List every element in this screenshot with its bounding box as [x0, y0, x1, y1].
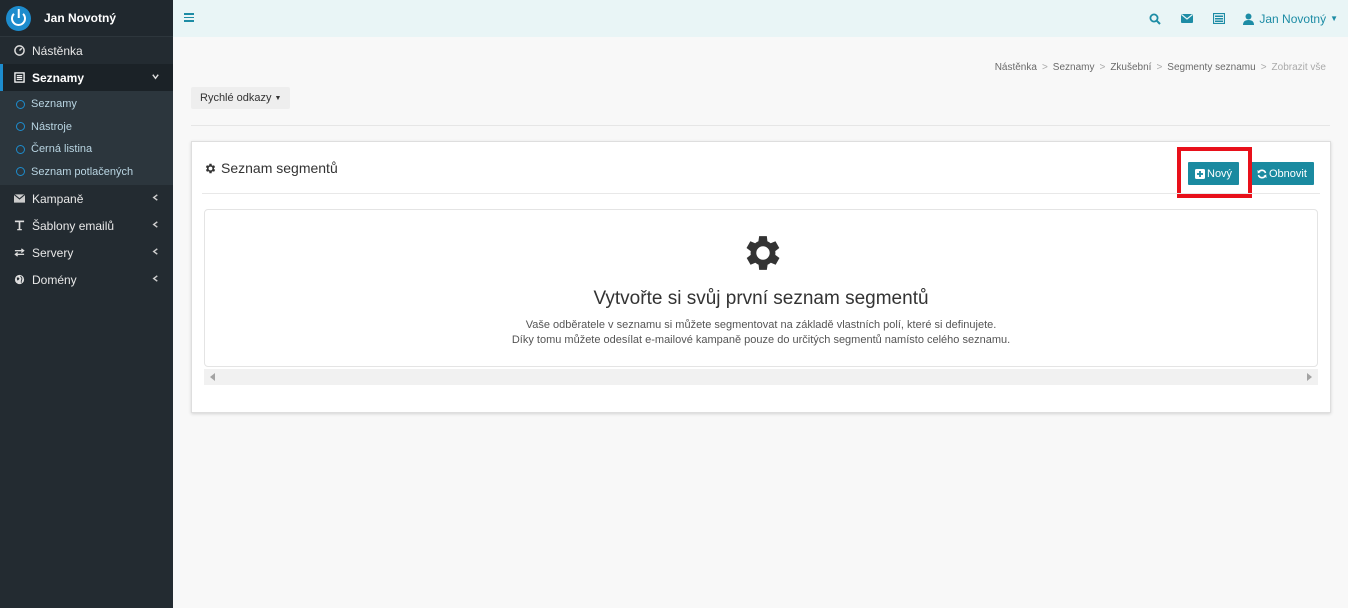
breadcrumb-separator: >	[1041, 62, 1048, 73]
globe-icon	[13, 274, 25, 286]
chevron-left-icon	[151, 220, 160, 232]
sidebar-item-label: Servery	[32, 245, 74, 260]
breadcrumb-item[interactable]: Segmenty seznamu	[1167, 62, 1255, 73]
empty-state-line: Díky tomu můžete odesílat e-mailové kamp…	[511, 334, 1011, 346]
caret-down-icon: ▼	[274, 94, 282, 102]
quick-links-dropdown[interactable]: Rychlé odkazy ▼	[191, 87, 291, 109]
submenu-item-label: Seznamy	[31, 98, 77, 111]
submenu-lists: Seznamy Nástroje Černá listina Seznam po…	[0, 91, 173, 185]
search-icon[interactable]	[1147, 11, 1163, 27]
chevron-left-icon	[151, 193, 160, 205]
user-icon	[1243, 13, 1255, 25]
segments-panel: Seznam segmentů Nový Obnovit Vytvořte si…	[191, 141, 1331, 413]
circle-icon	[16, 99, 25, 109]
user-name: Jan Novotný	[1259, 11, 1327, 26]
quick-links-label: Rychlé odkazy	[200, 92, 272, 104]
caret-down-icon: ▼	[1330, 14, 1338, 23]
user-menu[interactable]: Jan Novotný ▼	[1243, 12, 1338, 26]
breadcrumb-current: Zobrazit vše	[1271, 62, 1326, 73]
text-icon	[13, 220, 25, 232]
main-content: Nástěnka > Seznamy > Zkušební > Segmenty…	[173, 37, 1348, 608]
breadcrumb-item[interactable]: Nástěnka	[995, 62, 1037, 73]
circle-icon	[16, 144, 25, 154]
chevron-left-icon	[151, 247, 160, 259]
submenu-item-label: Seznam potlačených	[31, 165, 134, 178]
sidebar-item-dashboard[interactable]: Nástěnka	[0, 37, 173, 64]
sidebar-item-label: Kampaně	[32, 191, 84, 206]
submenu-item-lists[interactable]: Seznamy	[0, 93, 173, 116]
gear-icon	[740, 230, 786, 279]
chevron-left-icon	[151, 274, 160, 286]
sidebar-item-servers[interactable]: Servery	[0, 239, 173, 266]
sidebar-item-domains[interactable]: Domény	[0, 266, 173, 293]
panel-divider	[202, 193, 1320, 194]
dashboard-icon	[13, 45, 25, 57]
breadcrumb-item[interactable]: Seznamy	[1053, 62, 1095, 73]
sidebar-item-campaigns[interactable]: Kampaně	[0, 185, 173, 212]
scroll-left-icon[interactable]	[210, 373, 215, 381]
sidebar-item-templates[interactable]: Šablony emailů	[0, 212, 173, 239]
submenu-item-label: Černá listina	[31, 143, 93, 156]
brand-name: Jan Novotný	[44, 11, 117, 25]
breadcrumb-item[interactable]: Zkušební	[1110, 62, 1151, 73]
empty-state-description: Vaše odběratele v seznamu si můžete segm…	[205, 318, 1317, 348]
power-logo-icon	[6, 5, 31, 31]
tasks-icon[interactable]	[1211, 11, 1227, 27]
empty-state-line: Vaše odběratele v seznamu si můžete segm…	[525, 319, 997, 331]
breadcrumb: Nástěnka > Seznamy > Zkušební > Segmenty…	[995, 62, 1326, 73]
refresh-button-label: Obnovit	[1269, 167, 1307, 180]
transfer-icon	[13, 247, 25, 259]
submenu-item-blacklist[interactable]: Černá listina	[0, 138, 173, 161]
circle-icon	[16, 122, 25, 132]
list-icon	[13, 72, 25, 84]
highlight-box	[1177, 147, 1252, 198]
brand[interactable]: Jan Novotný	[0, 0, 173, 37]
submenu-item-suppressed[interactable]: Seznam potlačených	[0, 161, 173, 184]
breadcrumb-separator: >	[1260, 62, 1267, 73]
panel-title: Seznam segmentů	[204, 160, 338, 176]
refresh-button[interactable]: Obnovit	[1250, 162, 1314, 185]
sidebar-item-lists[interactable]: Seznamy	[0, 64, 173, 91]
breadcrumb-separator: >	[1099, 62, 1106, 73]
chevron-down-icon	[151, 72, 160, 84]
envelope-icon	[13, 193, 25, 205]
envelope-icon[interactable]	[1179, 11, 1195, 27]
horizontal-scrollbar[interactable]	[204, 369, 1318, 385]
sidebar: Jan Novotný Nástěnka Seznamy Seznamy Nás…	[0, 0, 173, 608]
sidebar-item-label: Šablony emailů	[32, 218, 115, 233]
sidebar-item-label: Domény	[32, 272, 77, 287]
empty-state-title: Vytvořte si svůj první seznam segmentů	[593, 288, 929, 309]
circle-icon	[16, 167, 25, 177]
empty-state: Vytvořte si svůj první seznam segmentů V…	[204, 209, 1318, 367]
sidebar-item-label: Nástěnka	[32, 43, 83, 58]
divider	[191, 125, 1330, 126]
top-bar: Jan Novotný ▼	[173, 0, 1348, 37]
sidebar-item-label: Seznamy	[32, 70, 85, 85]
submenu-item-tools[interactable]: Nástroje	[0, 116, 173, 139]
top-bar-actions: Jan Novotný ▼	[1131, 0, 1338, 37]
scroll-right-icon[interactable]	[1307, 373, 1312, 381]
refresh-icon	[1257, 169, 1267, 179]
breadcrumb-separator: >	[1156, 62, 1163, 73]
panel-title-text: Seznam segmentů	[221, 160, 338, 176]
submenu-item-label: Nástroje	[31, 120, 72, 133]
gear-icon	[204, 162, 217, 175]
hamburger-menu-icon[interactable]	[184, 13, 194, 24]
